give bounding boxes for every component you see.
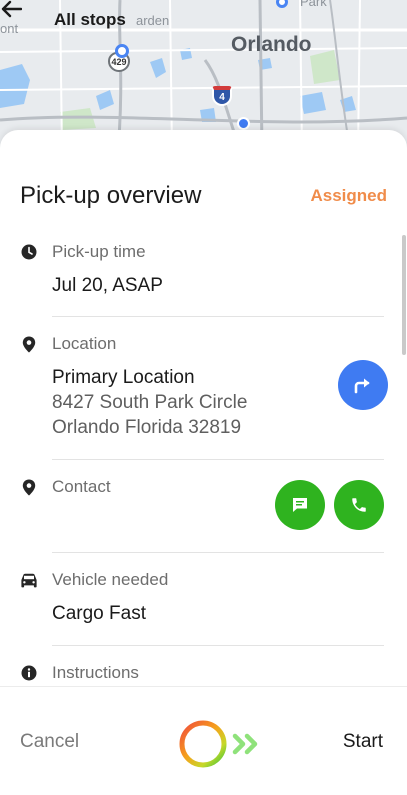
sheet-scroll-area[interactable]: Pick-up overview Assigned Pick-up time J… [0, 130, 407, 685]
instructions-section: Instructions [20, 663, 387, 685]
pickup-time-value: Jul 20, ASAP [52, 275, 163, 296]
vehicle-label: Vehicle needed [52, 570, 169, 589]
pickup-time-label: Pick-up time [52, 242, 146, 261]
start-button[interactable]: Start [343, 731, 383, 753]
cancel-button[interactable]: Cancel [20, 731, 79, 753]
car-icon [20, 571, 38, 589]
start-slider[interactable] [176, 717, 276, 771]
instructions-label: Instructions [52, 663, 139, 682]
location-pin-icon [20, 478, 38, 496]
info-icon [20, 664, 38, 682]
current-location-dot [237, 117, 250, 130]
call-button[interactable] [334, 480, 384, 530]
map-top-bar: All stops [0, 0, 407, 40]
arrow-left-icon [1, 0, 22, 18]
interstate-shield: 4 [212, 86, 232, 106]
location-label: Location [52, 334, 117, 353]
map-view[interactable]: ont arden Park Orlando 429 4 All stops [0, 0, 407, 150]
location-section: Location Primary Location 8427 South Par… [20, 334, 388, 444]
location-pin-icon [20, 335, 38, 353]
divider [52, 552, 384, 553]
divider [52, 316, 384, 317]
directions-button[interactable] [338, 360, 388, 410]
vehicle-section: Vehicle needed Cargo Fast [20, 570, 387, 640]
address-line-2: Orlando Florida 32819 [52, 417, 242, 438]
slide-to-start-icon [179, 720, 258, 768]
divider [52, 459, 384, 460]
page-title: Pick-up overview [20, 182, 202, 209]
vehicle-value: Cargo Fast [52, 603, 146, 624]
clock-icon [20, 243, 38, 261]
scrollbar[interactable] [402, 235, 406, 355]
divider [52, 645, 384, 646]
directions-icon [354, 378, 370, 394]
status-badge: Assigned [310, 186, 387, 205]
message-icon [293, 498, 307, 512]
location-name: Primary Location [52, 367, 195, 388]
sheet-header: Pick-up overview Assigned [20, 182, 387, 210]
back-button[interactable] [1, 0, 48, 34]
contact-label: Contact [52, 477, 111, 496]
phone-icon [352, 498, 366, 512]
message-button[interactable] [275, 480, 325, 530]
pickup-time-section: Pick-up time Jul 20, ASAP [20, 242, 387, 312]
back-label[interactable]: All stops [54, 10, 126, 30]
address-line-1: 8427 South Park Circle [52, 392, 248, 413]
map-marker[interactable] [115, 44, 129, 58]
contact-section: Contact [20, 477, 387, 547]
action-footer: Cancel Start [0, 686, 407, 795]
